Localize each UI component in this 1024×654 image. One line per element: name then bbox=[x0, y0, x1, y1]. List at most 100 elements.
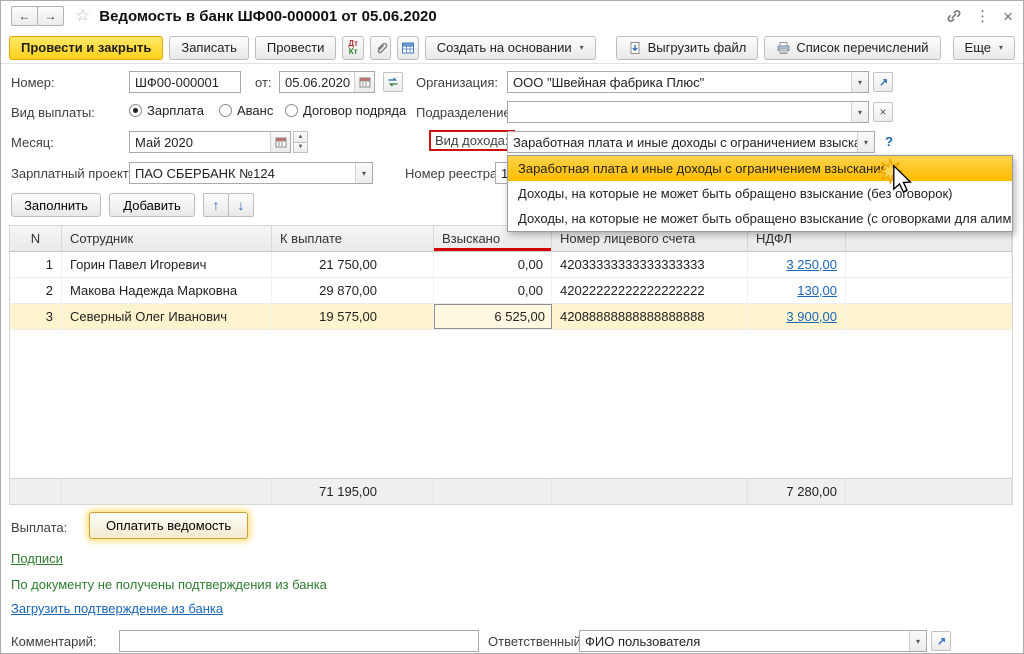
cell-filler bbox=[846, 252, 1012, 277]
cell-account[interactable]: 42033333333333333333 bbox=[552, 252, 748, 277]
dropdown-item[interactable]: Доходы, на которые не может быть обращен… bbox=[508, 181, 1012, 206]
radio-advance[interactable]: Аванс bbox=[219, 103, 273, 118]
open-arrow-icon bbox=[878, 77, 889, 88]
cell-withheld-focused[interactable]: 6 525,00 bbox=[434, 304, 552, 329]
cell-ndfl[interactable]: 3 250,00 bbox=[748, 252, 846, 277]
related-documents-button[interactable] bbox=[383, 72, 403, 92]
department-clear-button[interactable]: × bbox=[873, 102, 893, 122]
paperclip-icon bbox=[374, 41, 388, 55]
close-button[interactable]: × bbox=[1003, 8, 1013, 25]
post-and-close-button[interactable]: Провести и закрыть bbox=[9, 36, 163, 60]
cell-employee[interactable]: Макова Надежда Марковна bbox=[62, 278, 272, 303]
month-stepper: ▲ ▼ bbox=[293, 131, 308, 153]
favorite-star-icon[interactable]: ☆ bbox=[75, 6, 90, 26]
cell-withheld[interactable]: 0,00 bbox=[434, 278, 552, 303]
number-field[interactable]: ШФ00-000001 bbox=[129, 71, 241, 93]
registry-grid-icon bbox=[401, 41, 415, 55]
ndfl-link[interactable]: 3 900,00 bbox=[786, 309, 837, 324]
radio-dot bbox=[219, 104, 232, 117]
cell-ndfl[interactable]: 3 900,00 bbox=[748, 304, 846, 329]
responsible-combo[interactable]: ФИО пользователя ▾ bbox=[579, 630, 927, 652]
chevron-down-icon: ▾ bbox=[580, 43, 584, 52]
pay-statement-button[interactable]: Оплатить ведомость bbox=[89, 512, 248, 539]
payment-label: Выплата: bbox=[11, 520, 67, 535]
chevron-down-icon[interactable]: ▾ bbox=[851, 72, 868, 92]
cell-ndfl[interactable]: 130,00 bbox=[748, 278, 846, 303]
table-row[interactable]: 2 Макова Надежда Марковна 29 870,00 0,00… bbox=[10, 278, 1012, 304]
printer-list-icon bbox=[776, 41, 790, 55]
write-button[interactable]: Записать bbox=[169, 36, 249, 60]
cell-n[interactable]: 3 bbox=[10, 304, 62, 329]
back-button[interactable]: ← bbox=[11, 6, 38, 26]
more-button[interactable]: Еще▾ bbox=[953, 36, 1015, 60]
col-header-n[interactable]: N bbox=[10, 226, 62, 251]
dropdown-item[interactable]: Доходы, на которые не может быть обращен… bbox=[508, 206, 1012, 231]
number-label: Номер: bbox=[11, 75, 55, 90]
chevron-down-icon[interactable]: ▾ bbox=[909, 631, 926, 651]
table-row[interactable]: 1 Горин Павел Игоревич 21 750,00 0,00 42… bbox=[10, 252, 1012, 278]
organization-open-button[interactable] bbox=[873, 72, 893, 92]
cell-n[interactable]: 1 bbox=[10, 252, 62, 277]
calendar-icon[interactable] bbox=[354, 72, 374, 92]
move-down-button[interactable]: ↓ bbox=[228, 193, 254, 217]
comment-input[interactable] bbox=[119, 630, 479, 652]
col-header-to-pay[interactable]: К выплате bbox=[272, 226, 434, 251]
cell-n[interactable]: 2 bbox=[10, 278, 62, 303]
registry-number-label: Номер реестра: bbox=[405, 166, 501, 181]
income-type-dropdown-list: Заработная плата и иные доходы с огранич… bbox=[507, 155, 1013, 232]
kebab-menu-button[interactable]: ⋮ bbox=[975, 7, 990, 25]
add-button[interactable]: Добавить bbox=[109, 193, 195, 217]
cell-to-pay[interactable]: 19 575,00 bbox=[272, 304, 434, 329]
signatures-link[interactable]: Подписи bbox=[11, 551, 63, 566]
dtkt-button[interactable]: ДтКт bbox=[342, 36, 363, 60]
link-icon bbox=[946, 8, 962, 24]
attachments-button[interactable] bbox=[370, 36, 391, 60]
cell-to-pay[interactable]: 21 750,00 bbox=[272, 252, 434, 277]
forward-button[interactable]: → bbox=[37, 6, 64, 26]
chevron-down-icon[interactable]: ▾ bbox=[857, 132, 874, 152]
responsible-open-button[interactable] bbox=[931, 631, 951, 651]
chevron-down-icon[interactable]: ▾ bbox=[355, 163, 372, 183]
stepper-down-button[interactable]: ▼ bbox=[293, 142, 308, 154]
calendar-icon[interactable] bbox=[270, 132, 290, 152]
income-type-help-link[interactable]: ? bbox=[885, 134, 893, 149]
ndfl-link[interactable]: 3 250,00 bbox=[786, 257, 837, 272]
salary-project-combo[interactable]: ПАО СБЕРБАНК №124 ▾ bbox=[129, 162, 373, 184]
registry-button[interactable] bbox=[397, 36, 418, 60]
export-file-button[interactable]: Выгрузить файл bbox=[616, 36, 759, 60]
radio-contract[interactable]: Договор подряда bbox=[285, 103, 406, 118]
payment-type-label: Вид выплаты: bbox=[11, 105, 95, 120]
titlebar: ← → ☆ Ведомость в банк ШФ00-000001 от 05… bbox=[1, 1, 1023, 31]
month-field[interactable]: Май 2020 bbox=[129, 131, 291, 153]
organization-combo[interactable]: ООО "Швейная фабрика Плюс" ▾ bbox=[507, 71, 869, 93]
related-documents-icon bbox=[387, 76, 399, 88]
get-link-button[interactable] bbox=[946, 8, 962, 24]
post-button[interactable]: Провести bbox=[255, 36, 337, 60]
window-title: Ведомость в банк ШФ00-000001 от 05.06.20… bbox=[99, 8, 437, 25]
move-up-button[interactable]: ↑ bbox=[203, 193, 229, 217]
department-combo[interactable]: ▾ bbox=[507, 101, 869, 123]
ndfl-link[interactable]: 130,00 bbox=[797, 283, 837, 298]
radio-salary[interactable]: Зарплата bbox=[129, 103, 204, 118]
cell-filler bbox=[846, 278, 1012, 303]
cell-to-pay[interactable]: 29 870,00 bbox=[272, 278, 434, 303]
cell-account[interactable]: 42022222222222222222 bbox=[552, 278, 748, 303]
date-field[interactable]: 05.06.2020 bbox=[279, 71, 375, 93]
income-type-combo[interactable]: Заработная плата и иные доходы с огранич… bbox=[507, 131, 875, 153]
cell-employee[interactable]: Северный Олег Иванович bbox=[62, 304, 272, 329]
dropdown-item-active[interactable]: Заработная плата и иные доходы с огранич… bbox=[508, 156, 1012, 181]
load-confirmation-link[interactable]: Загрузить подтверждение из банка bbox=[11, 601, 223, 616]
create-based-on-button[interactable]: Создать на основании▾ bbox=[425, 36, 596, 60]
responsible-label: Ответственный: bbox=[488, 634, 584, 649]
col-header-employee[interactable]: Сотрудник bbox=[62, 226, 272, 251]
salary-project-label: Зарплатный проект: bbox=[11, 166, 132, 181]
cell-account[interactable]: 42088888888888888888 bbox=[552, 304, 748, 329]
cell-withheld[interactable]: 0,00 bbox=[434, 252, 552, 277]
back-arrow-icon: ← bbox=[19, 9, 31, 23]
fill-button[interactable]: Заполнить bbox=[11, 193, 101, 217]
chevron-down-icon[interactable]: ▾ bbox=[851, 102, 868, 122]
open-arrow-icon bbox=[936, 636, 947, 647]
transfers-list-button[interactable]: Список перечислений bbox=[764, 36, 940, 60]
cell-employee[interactable]: Горин Павел Игоревич bbox=[62, 252, 272, 277]
table-row-selected[interactable]: 3 Северный Олег Иванович 19 575,00 6 525… bbox=[10, 304, 1012, 330]
